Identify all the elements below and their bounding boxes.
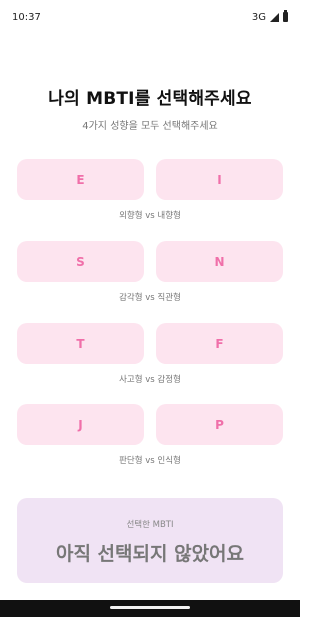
status-bar: 10:37 3G <box>0 0 300 34</box>
status-icons: 3G <box>251 10 288 23</box>
pair-caption-sn: 감각형 vs 직관형 <box>119 293 181 303</box>
pair-caption-tf: 사고형 vs 감정형 <box>119 375 181 385</box>
pair-caption-jp: 판단형 vs 인식형 <box>119 456 181 466</box>
page-title: 나의 MBTI를 선택해주세요 <box>48 89 252 109</box>
pair-tf: T F 사고형 vs 감정형 <box>17 323 283 385</box>
choice-t-button[interactable]: T <box>17 323 144 364</box>
home-indicator[interactable] <box>110 606 190 609</box>
selected-mbti-label: 선택한 MBTI <box>126 520 174 530</box>
signal-icon <box>270 12 279 22</box>
status-time: 10:37 <box>12 11 41 23</box>
choice-p-button[interactable]: P <box>156 404 283 445</box>
page-subtitle: 4가지 성향을 모두 선택해주세요 <box>82 121 218 132</box>
network-type: 3G <box>251 11 266 23</box>
navigation-bar <box>0 600 300 617</box>
choice-f-button[interactable]: F <box>156 323 283 364</box>
choice-e-button[interactable]: E <box>17 159 144 200</box>
pair-caption-ei: 외향형 vs 내향형 <box>119 211 181 221</box>
pair-sn: S N 감각형 vs 직관형 <box>17 241 283 303</box>
selected-mbti-card: 선택한 MBTI 아직 선택되지 않았어요 <box>17 498 283 583</box>
selected-mbti-value: 아직 선택되지 않았어요 <box>55 543 245 565</box>
pair-jp: J P 판단형 vs 인식형 <box>17 404 283 466</box>
choice-n-button[interactable]: N <box>156 241 283 282</box>
choice-i-button[interactable]: I <box>156 159 283 200</box>
choice-s-button[interactable]: S <box>17 241 144 282</box>
battery-icon <box>283 10 288 22</box>
pair-ei: E I 외향형 vs 내향형 <box>17 159 283 221</box>
choice-j-button[interactable]: J <box>17 404 144 445</box>
